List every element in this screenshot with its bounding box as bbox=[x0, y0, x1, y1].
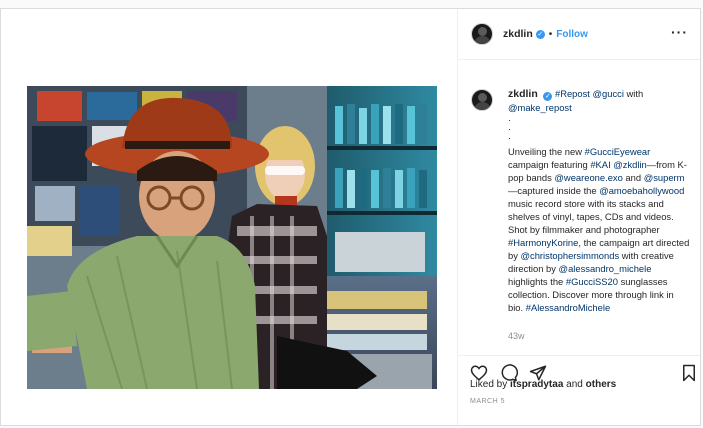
caption-body: Unveiling the new #GucciEyewear campaign… bbox=[508, 146, 689, 313]
caption-text-segment: and bbox=[622, 172, 644, 183]
caption-tag-link[interactable]: #KAI bbox=[590, 159, 610, 170]
caption-text: zkdlin ✓ #Repost @gucci with @make_repos… bbox=[508, 87, 690, 314]
caption-with-text: with bbox=[623, 88, 644, 99]
header-separator: • bbox=[548, 28, 553, 40]
caption-text-segment: —captured inside the bbox=[508, 185, 600, 196]
caption-dots: · · · bbox=[508, 114, 515, 143]
caption-tag-link[interactable]: #GucciSS20 bbox=[566, 276, 618, 287]
caption-tag-link[interactable]: #AlessandroMichele bbox=[526, 302, 610, 313]
post-date[interactable]: MARCH 5 bbox=[470, 398, 505, 405]
caption-tag-link[interactable]: @weareone.exo bbox=[554, 172, 622, 183]
avatar[interactable] bbox=[471, 23, 493, 45]
likes-prefix: Liked by bbox=[470, 379, 511, 390]
caption-area: zkdlin ✓ #Repost @gucci with @make_repos… bbox=[458, 60, 700, 354]
more-options-icon[interactable]: ··· bbox=[671, 25, 688, 39]
caption-text-segment: highlights the bbox=[508, 276, 566, 287]
likes-summary: Liked by itspradytaa and others bbox=[470, 379, 616, 390]
caption-tag-link[interactable]: #GucciEyewear bbox=[585, 146, 651, 157]
caption-tag-link[interactable]: #HarmonyKorine bbox=[508, 237, 578, 248]
follow-button[interactable]: Follow bbox=[556, 29, 588, 40]
caption-avatar[interactable] bbox=[471, 89, 493, 111]
likes-middle: and bbox=[563, 379, 586, 390]
header-username[interactable]: zkdlin bbox=[503, 28, 533, 40]
liked-by-user-link[interactable]: itspradytaa bbox=[510, 379, 563, 390]
caption-text-segment: music record store with its stacks and s… bbox=[508, 198, 674, 235]
caption-tag-link[interactable]: @alessandro_michele bbox=[559, 263, 652, 274]
post-header: zkdlin ✓ • Follow ··· bbox=[458, 9, 700, 60]
verified-badge-icon: ✓ bbox=[535, 29, 545, 39]
caption-username[interactable]: zkdlin bbox=[508, 88, 538, 100]
caption-verified-badge-icon: ✓ bbox=[543, 92, 553, 101]
caption-tag-link[interactable]: @amoebahollywood bbox=[599, 185, 684, 196]
caption-text-segment: campaign featuring bbox=[508, 159, 591, 170]
make-repost-link[interactable]: @make_repost bbox=[508, 102, 572, 113]
post-sidebar: zkdlin ✓ • Follow ··· zkdlin ✓ #Repost @… bbox=[457, 9, 700, 425]
media-pane bbox=[1, 9, 457, 425]
likes-others-link[interactable]: others bbox=[586, 379, 617, 390]
post-photo[interactable] bbox=[27, 86, 437, 389]
caption-text-segment: Unveiling the new bbox=[508, 146, 585, 157]
repost-link[interactable]: #Repost @gucci bbox=[555, 88, 624, 99]
caption-tag-link[interactable]: @christophersimmonds bbox=[521, 250, 620, 261]
post-container: zkdlin ✓ • Follow ··· zkdlin ✓ #Repost @… bbox=[0, 8, 701, 426]
caption-tag-link[interactable]: @zkdlin bbox=[613, 159, 647, 170]
bookmark-icon[interactable] bbox=[680, 364, 698, 382]
post-time[interactable]: 43w bbox=[508, 331, 525, 341]
caption-tag-link[interactable]: @superm bbox=[644, 172, 685, 183]
